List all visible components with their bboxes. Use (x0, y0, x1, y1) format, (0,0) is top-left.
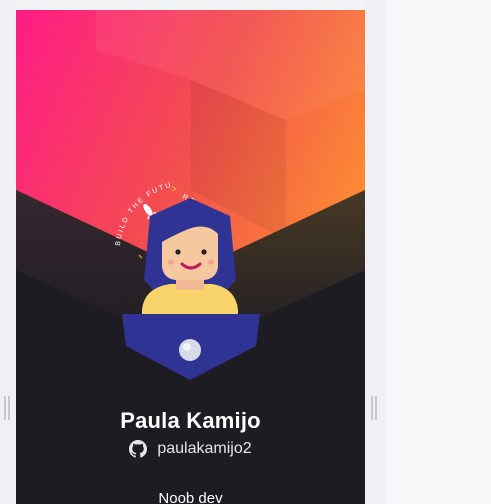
right-panel (385, 0, 491, 504)
github-row[interactable]: paulakamijo2 (16, 440, 365, 458)
profile-card: BUILD THE FUTURE ROCKETSEAT (16, 10, 365, 504)
resize-handle-left[interactable] (4, 396, 6, 420)
user-name: Paula Kamijo (120, 408, 261, 433)
resize-handle-right-2[interactable] (375, 396, 377, 420)
user-bio: Noob dev (158, 490, 223, 504)
resize-handle-left-2[interactable] (8, 396, 10, 420)
github-icon (129, 440, 148, 458)
resize-handle-right[interactable] (371, 396, 373, 420)
top-strip (16, 0, 365, 10)
github-username[interactable]: paulakamijo2 (157, 440, 251, 458)
